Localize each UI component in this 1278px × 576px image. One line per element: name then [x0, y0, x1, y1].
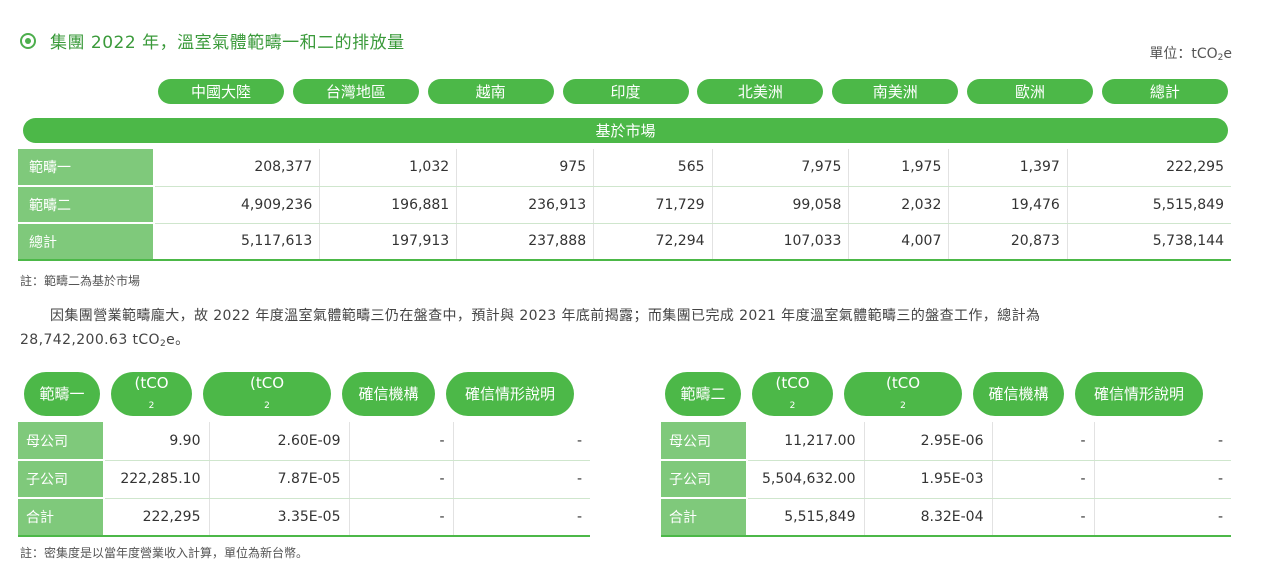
- table-cell: 222,295: [104, 498, 210, 537]
- region-header-row: 中國大陸 台灣地區 越南 印度 北美洲 南美洲 歐洲 總計: [158, 79, 1228, 104]
- section-title-text: 集團 2022 年，溫室氣體範疇一和二的排放量: [50, 33, 405, 53]
- table-cell: 99,058: [712, 186, 850, 224]
- table-cell: 222,295: [1067, 149, 1231, 187]
- density-header: 密集度 (tCO 2 e/ 千元 ): [203, 356, 331, 433]
- table-cell: -: [992, 498, 1095, 537]
- table-cell: -: [453, 498, 590, 537]
- region-header: 歐洲: [967, 79, 1094, 104]
- table-cell: 72,294: [593, 223, 713, 261]
- row-label: 範疇一: [18, 149, 155, 187]
- table-cell: 975: [456, 149, 595, 187]
- verification-desc-header: 確信情形說明: [1075, 372, 1203, 416]
- verifier-header: 確信機構: [342, 372, 435, 416]
- row-label: 合計: [18, 498, 105, 537]
- density-header: 密集度 (tCO 2 e/ 千元 ): [844, 356, 962, 433]
- row-label: 母公司: [18, 422, 105, 461]
- footnote: 註：範疇二為基於市場: [20, 274, 141, 288]
- table-cell: 196,881: [319, 186, 458, 224]
- table-cell: -: [453, 422, 590, 461]
- row-label: 總計: [18, 223, 155, 261]
- table-cell: 7,975: [712, 149, 850, 187]
- table-row: 母公司 11,217.00 2.95E-06 - -: [661, 422, 1231, 461]
- verification-desc-header: 確信情形說明: [446, 372, 574, 416]
- region-header: 中國大陸: [158, 79, 284, 104]
- table-cell: 5,117,613: [154, 223, 321, 261]
- table-row: 總計 5,117,613 197,913 237,888 72,294 107,…: [18, 223, 1231, 261]
- table-cell: 7.87E-05: [209, 460, 350, 499]
- table-cell: -: [453, 460, 590, 499]
- table-cell: 5,738,144: [1067, 223, 1231, 261]
- table-cell: 1,975: [848, 149, 950, 187]
- table-cell: 5,515,849: [747, 498, 865, 537]
- emissions-table: 範疇一 208,377 1,032 975 565 7,975 1,975 1,…: [18, 149, 1231, 261]
- region-header: 總計: [1101, 79, 1228, 104]
- table-cell: 236,913: [456, 186, 595, 224]
- table-cell: 19,476: [948, 186, 1068, 224]
- table-cell: 1.95E-03: [864, 460, 993, 499]
- table-cell: 2.95E-06: [864, 422, 993, 461]
- table-row: 母公司 9.90 2.60E-09 - -: [18, 422, 590, 461]
- table-cell: 9.90: [104, 422, 210, 461]
- table-row: 合計 5,515,849 8.32E-04 - -: [661, 498, 1231, 537]
- row-label: 子公司: [18, 460, 105, 499]
- table-cell: 5,515,849: [1067, 186, 1231, 224]
- table-cell: -: [1094, 498, 1231, 537]
- region-header: 南美洲: [832, 79, 959, 104]
- radio-bullet-icon: [20, 32, 36, 49]
- table-cell: 1,397: [948, 149, 1068, 187]
- table-cell: 208,377: [154, 149, 321, 187]
- total-emission-header: 總排放量 (tCO 2 e): [752, 356, 833, 433]
- footnote: 註：密集度是以當年度營業收入計算，單位為新台幣。: [20, 546, 309, 560]
- unit-label: 單位：tCO2e: [1149, 46, 1232, 63]
- table-cell: -: [349, 498, 454, 537]
- table-cell: 237,888: [456, 223, 595, 261]
- region-header: 越南: [427, 79, 554, 104]
- table-cell: 197,913: [319, 223, 458, 261]
- table-cell: -: [349, 460, 454, 499]
- table-cell: 565: [593, 149, 713, 187]
- table-cell: 107,033: [712, 223, 850, 261]
- region-header: 台灣地區: [292, 79, 419, 104]
- region-header: 印度: [562, 79, 689, 104]
- table-cell: -: [349, 422, 454, 461]
- body-paragraph: 因集團營業範疇龐大，故 2022 年度溫室氣體範疇三仍在盤查中，預計與 2023…: [20, 308, 1041, 349]
- scope2-header: 範疇二: [665, 372, 741, 416]
- table-cell: 1,032: [319, 149, 458, 187]
- table-cell: -: [992, 422, 1095, 461]
- table-cell: 3.35E-05: [209, 498, 350, 537]
- row-label: 子公司: [661, 460, 748, 499]
- row-label: 合計: [661, 498, 748, 537]
- table-cell: 20,873: [948, 223, 1068, 261]
- table-cell: 8.32E-04: [864, 498, 993, 537]
- scope2-table: 母公司 11,217.00 2.95E-06 - - 子公司 5,504,632…: [661, 422, 1231, 537]
- scope1-table: 母公司 9.90 2.60E-09 - - 子公司 222,285.10 7.8…: [18, 422, 590, 537]
- table-row: 子公司 5,504,632.00 1.95E-03 - -: [661, 460, 1231, 499]
- table-cell: -: [1094, 422, 1231, 461]
- verifier-header: 確信機構: [973, 372, 1064, 416]
- total-emission-header: 總排放量 (tCO 2 e): [111, 356, 192, 433]
- table-row: 子公司 222,285.10 7.87E-05 - -: [18, 460, 590, 499]
- table-cell: 11,217.00: [747, 422, 865, 461]
- row-label: 母公司: [661, 422, 748, 461]
- scope2-header-row: 範疇二 總排放量 (tCO 2 e) 密集度 (tCO 2 e/ 千元 ) 確信機構 確信情…: [665, 356, 1214, 433]
- table-cell: 222,285.10: [104, 460, 210, 499]
- scope1-header-row: 範疇一 總排放量 (tCO 2 e) 密集度 (tCO 2 e/ 千元 ) 確信機構 確信情…: [24, 356, 585, 433]
- table-row: 合計 222,295 3.35E-05 - -: [18, 498, 590, 537]
- table-cell: 2.60E-09: [209, 422, 350, 461]
- section-title: 集團 2022 年，溫室氣體範疇一和二的排放量: [20, 28, 405, 53]
- region-header: 北美洲: [697, 79, 824, 104]
- scope1-header: 範疇一: [24, 372, 100, 416]
- table-row: 範疇二 4,909,236 196,881 236,913 71,729 99,…: [18, 186, 1231, 224]
- market-basis-bar: 基於市場: [23, 118, 1228, 143]
- table-cell: -: [992, 460, 1095, 499]
- table-cell: -: [1094, 460, 1231, 499]
- row-label: 範疇二: [18, 186, 155, 224]
- table-cell: 71,729: [593, 186, 713, 224]
- table-cell: 2,032: [848, 186, 950, 224]
- table-cell: 4,007: [848, 223, 950, 261]
- table-row: 範疇一 208,377 1,032 975 565 7,975 1,975 1,…: [18, 149, 1231, 187]
- table-cell: 5,504,632.00: [747, 460, 865, 499]
- table-cell: 4,909,236: [154, 186, 321, 224]
